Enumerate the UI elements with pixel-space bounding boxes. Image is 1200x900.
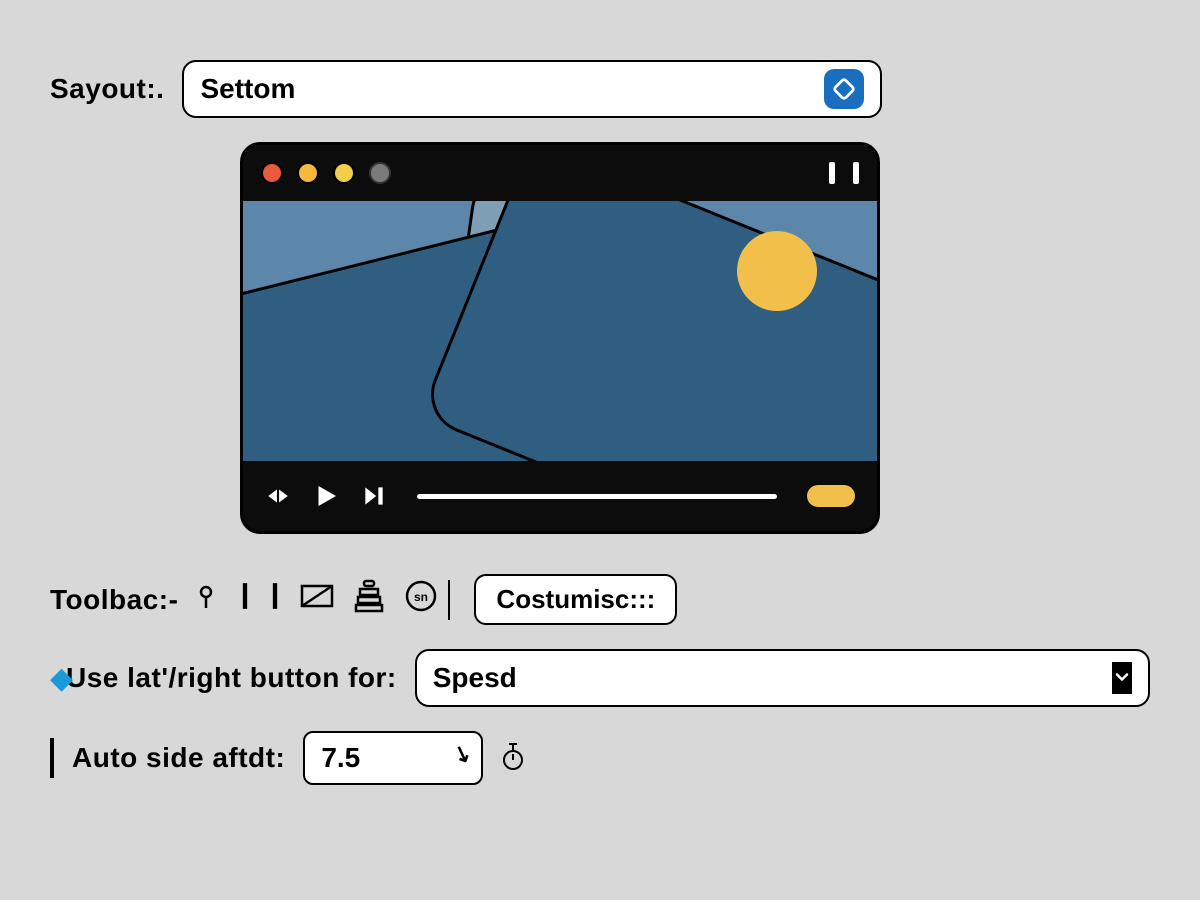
bar-icon[interactable] (270, 581, 280, 618)
bar-icon[interactable] (240, 581, 250, 618)
customize-button[interactable]: Costumisc::: (474, 574, 677, 625)
stack-icon[interactable] (354, 579, 384, 620)
vertical-divider (50, 738, 54, 778)
chevron-down-icon[interactable] (1112, 662, 1132, 694)
layout-dropdown[interactable]: Settom (182, 60, 882, 118)
search-icon[interactable] (196, 581, 220, 618)
progress-bar[interactable] (417, 494, 777, 499)
player-canvas (243, 201, 877, 461)
toolbar-divider (448, 580, 450, 620)
crossed-box-icon[interactable] (300, 581, 334, 618)
layout-dropdown-icon[interactable] (824, 69, 864, 109)
autohide-value: 7.5 (321, 742, 360, 774)
autohide-input[interactable]: 7.5 ↘ (303, 731, 483, 785)
leftright-label: Use lat'/right button for: (66, 662, 397, 694)
leftright-value: Spesd (433, 662, 517, 694)
toolbar-label: Toolbac:- (50, 584, 178, 616)
layout-value: Settom (200, 73, 295, 105)
toolbar-icons: sn (196, 579, 438, 620)
indicator-bar-icon (853, 162, 859, 184)
layout-label: Sayout:. (50, 73, 164, 105)
minimize-dot-icon[interactable] (297, 162, 319, 184)
marker-icon: ◆ (50, 661, 73, 696)
indicator-bar-icon (829, 162, 835, 184)
extra-dot-icon (369, 162, 391, 184)
close-dot-icon[interactable] (261, 162, 283, 184)
time-pill (807, 485, 855, 507)
player-controls (243, 461, 877, 531)
circle-label-icon[interactable]: sn (404, 579, 438, 620)
prev-button[interactable] (265, 483, 291, 509)
svg-text:sn: sn (414, 590, 428, 604)
autohide-label: Auto side aftdt: (72, 742, 285, 774)
seconds-icon (501, 738, 525, 779)
zoom-dot-icon[interactable] (333, 162, 355, 184)
player-preview (240, 142, 880, 534)
play-button[interactable] (311, 481, 341, 511)
stepper-icon[interactable]: ↘ (449, 739, 475, 770)
leftright-dropdown[interactable]: Spesd (415, 649, 1150, 707)
next-button[interactable] (361, 483, 387, 509)
player-titlebar (243, 145, 877, 201)
